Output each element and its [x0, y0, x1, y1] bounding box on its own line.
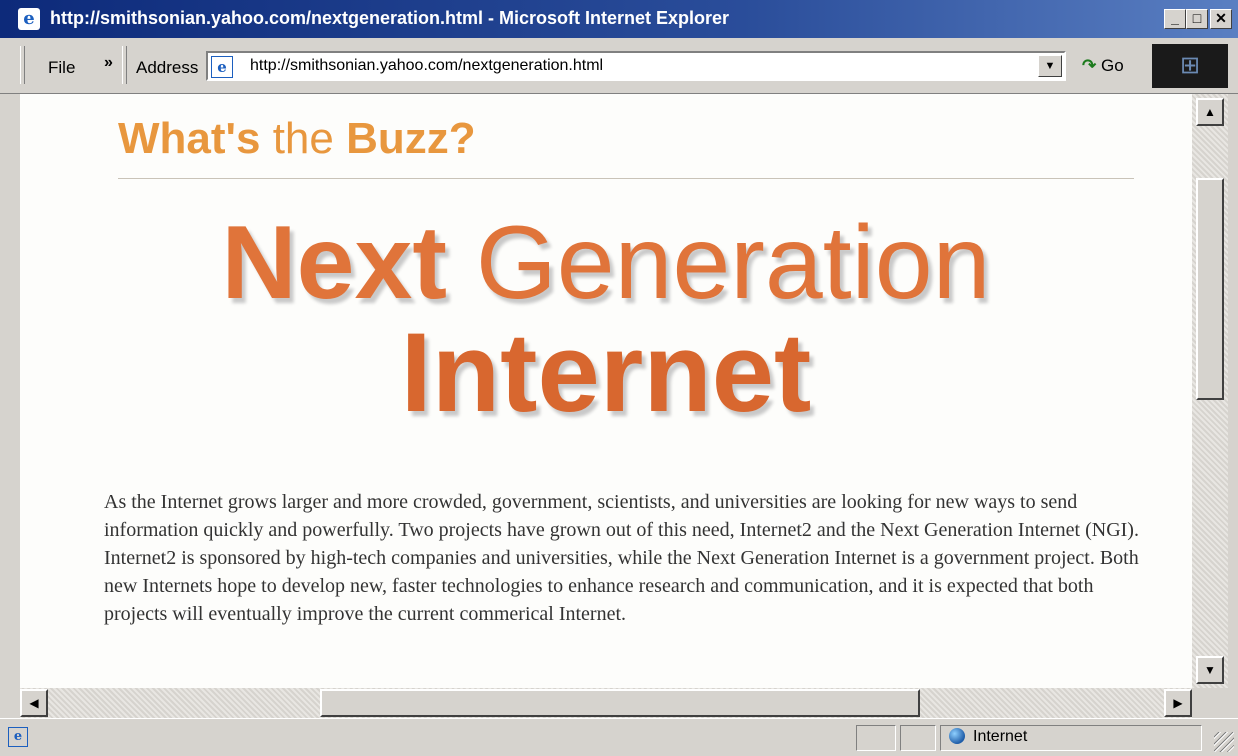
- address-url[interactable]: http://smithsonian.yahoo.com/nextgenerat…: [250, 57, 603, 75]
- horizontal-scroll-thumb[interactable]: [320, 689, 920, 717]
- scroll-up-button[interactable]: ▲: [1196, 98, 1224, 126]
- article-paragraph: As the Internet grows larger and more cr…: [104, 491, 1139, 625]
- windows-logo-icon: ⊞: [1152, 44, 1228, 88]
- maximize-button[interactable]: □: [1186, 9, 1208, 29]
- status-bar: e Internet: [0, 718, 1238, 756]
- headline-line-1: Next Generation: [20, 204, 1192, 323]
- page-content: What's the Buzz? Next Generation Interne…: [20, 94, 1192, 688]
- page-status-icon: e: [8, 727, 28, 747]
- buzz-word-whats: What's: [118, 114, 261, 163]
- page-icon: e: [211, 56, 233, 78]
- chevron-icon[interactable]: »: [104, 54, 113, 72]
- vertical-scrollbar[interactable]: ▲ ▼: [1192, 94, 1228, 688]
- toolbar-grip[interactable]: [122, 46, 127, 84]
- go-label: Go: [1100, 56, 1124, 75]
- buzz-heading: What's the Buzz?: [118, 114, 476, 164]
- headline-next: Next: [221, 205, 447, 321]
- close-button[interactable]: ✕: [1210, 9, 1232, 29]
- resize-grip[interactable]: [1214, 732, 1234, 752]
- go-arrow-icon: ↷: [1082, 56, 1097, 75]
- scroll-down-button[interactable]: ▼: [1196, 656, 1224, 684]
- address-label: Address: [136, 58, 199, 77]
- scroll-left-button[interactable]: ◀: [20, 689, 48, 717]
- menu-file[interactable]: File: [48, 58, 75, 78]
- headline-internet: Internet: [400, 310, 812, 435]
- address-toolbar: File » Address e http://smithsonian.yaho…: [0, 38, 1238, 94]
- title-bar: e http://smithsonian.yahoo.com/nextgener…: [0, 0, 1238, 38]
- globe-icon: [949, 728, 965, 744]
- toolbar-grip[interactable]: [20, 46, 25, 84]
- horizontal-scrollbar[interactable]: ◀ ▶: [20, 688, 1192, 718]
- status-pane: [900, 725, 936, 751]
- security-zone[interactable]: Internet: [940, 725, 1202, 751]
- address-field[interactable]: e http://smithsonian.yahoo.com/nextgener…: [206, 51, 1066, 81]
- address-dropdown-button[interactable]: ▼: [1038, 55, 1062, 77]
- vertical-scroll-thumb[interactable]: [1196, 178, 1224, 400]
- minimize-button[interactable]: _: [1164, 9, 1186, 29]
- headline-generation: Generation: [475, 205, 991, 321]
- divider: [118, 178, 1134, 179]
- window-title: http://smithsonian.yahoo.com/nextgenerat…: [50, 8, 730, 28]
- buzz-word-the: the: [272, 114, 334, 163]
- scroll-right-button[interactable]: ▶: [1164, 689, 1192, 717]
- status-pane: [856, 725, 896, 751]
- buzz-word-buzz: Buzz?: [346, 114, 476, 163]
- scrollbar-corner: [1192, 688, 1228, 718]
- ie-logo-icon[interactable]: e: [18, 8, 40, 30]
- zone-label: Internet: [973, 728, 1028, 745]
- go-button[interactable]: ↷ Go: [1082, 56, 1124, 76]
